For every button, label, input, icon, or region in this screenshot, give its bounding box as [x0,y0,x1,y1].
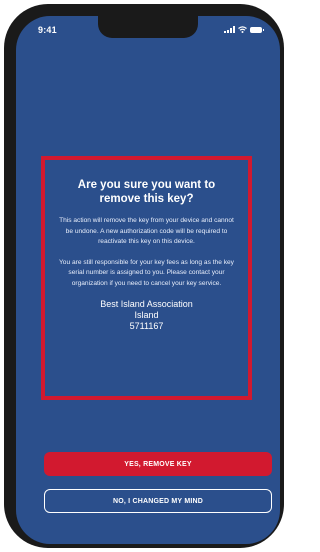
notch [98,16,198,38]
org-name: Best Island Association [100,299,193,309]
remove-key-button[interactable]: YES, REMOVE KEY [44,452,272,476]
wifi-icon [238,26,247,33]
key-info: Best Island Association Island 5711167 [57,299,236,332]
app-screen: 9:41 Are you sure you want to remove thi… [16,16,280,544]
phone-frame: 9:41 Are you sure you want to remove thi… [4,4,284,548]
dialog-warning-text: This action will remove the key from you… [59,217,234,245]
org-location: Island [134,310,159,320]
remove-key-dialog: Are you sure you want to remove this key… [41,156,252,400]
battery-icon [250,26,264,33]
dialog-responsibility-text: You are still responsible for your key f… [59,258,234,287]
dialog-title: Are you sure you want to remove this key… [77,179,216,205]
cancel-button[interactable]: NO, I CHANGED MY MIND [44,489,272,513]
key-serial-number: 5711167 [129,321,164,331]
status-time: 9:41 [38,25,57,35]
status-icons [224,26,264,33]
signal-icon [224,26,235,33]
